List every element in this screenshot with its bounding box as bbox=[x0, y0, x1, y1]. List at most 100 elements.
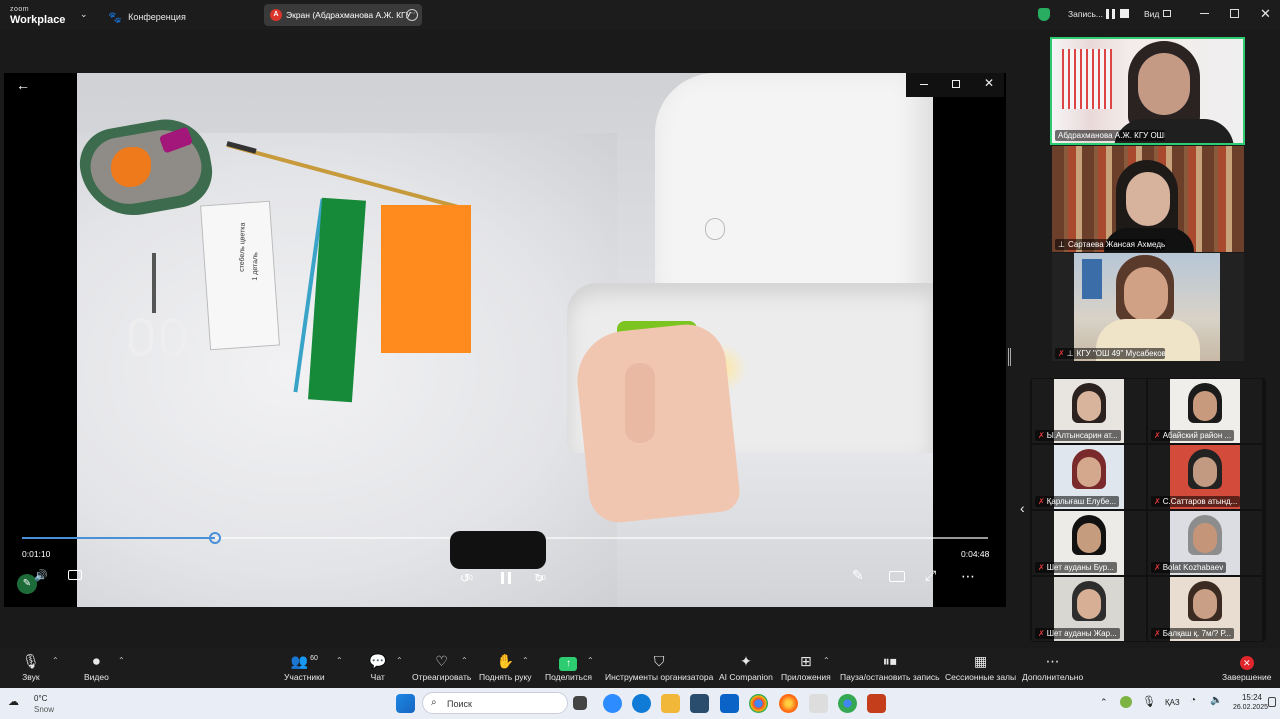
ai-companion-button[interactable]: ✦ AI Companion bbox=[719, 652, 773, 682]
fullscreen-icon[interactable]: ⤢ bbox=[925, 567, 936, 584]
view-grid-icon[interactable] bbox=[1163, 10, 1171, 17]
task-view-icon[interactable] bbox=[573, 696, 587, 710]
participants-button[interactable]: 👥 60 Участники bbox=[284, 652, 325, 682]
back-arrow-icon[interactable]: ← bbox=[16, 77, 30, 93]
rewind-10-button[interactable]: ↺ 10 bbox=[460, 569, 480, 585]
machine-knob bbox=[705, 218, 725, 240]
share-options-chevron-icon[interactable]: ⌃ bbox=[587, 656, 594, 665]
more-button[interactable]: ⋯ Дополнительно bbox=[1022, 652, 1083, 682]
chrome-profile-icon[interactable] bbox=[838, 694, 857, 713]
gallery-tile[interactable]: ✗ Қарлығаш Елубе... bbox=[1032, 445, 1146, 509]
rewind-label: 10 bbox=[465, 575, 473, 582]
powerpoint-icon[interactable] bbox=[867, 694, 886, 713]
speaker-tile-2[interactable]: ⊥Сартаева Жансая Ахмедьяновна bbox=[1052, 146, 1244, 252]
tray-overflow-chevron-icon[interactable]: ⌃ bbox=[1100, 697, 1108, 708]
outlook-icon[interactable] bbox=[720, 694, 739, 713]
taskbar-search[interactable]: ⌕ Поиск bbox=[422, 692, 568, 714]
gallery-tile[interactable]: ✗ Ы.Алтынсарин ат... bbox=[1032, 379, 1146, 443]
participant-name: С.Саттаров атынд... bbox=[1162, 497, 1238, 506]
wifi-icon[interactable]: ◔ bbox=[1190, 695, 1196, 706]
forward-30-button[interactable]: ↻ 30 bbox=[534, 569, 554, 585]
restore-icon[interactable] bbox=[1230, 9, 1239, 18]
audio-options-chevron-icon[interactable]: ⌃ bbox=[52, 656, 59, 665]
view-menu[interactable]: Вид bbox=[1144, 9, 1159, 19]
current-time: 0:01:10 bbox=[22, 549, 51, 559]
apps-options-chevron-icon[interactable]: ⌃ bbox=[823, 656, 830, 665]
gallery-tile-name: ✗ Bolat Kozhabaev bbox=[1151, 562, 1227, 573]
weather-temp: 0°C bbox=[34, 694, 48, 703]
participants-options-chevron-icon[interactable]: ⌃ bbox=[336, 656, 343, 665]
tray-app-icon[interactable] bbox=[1120, 696, 1132, 708]
zoom-app-icon[interactable] bbox=[603, 694, 622, 713]
gallery-tile[interactable]: ✗ Балқаш қ. 7м/? Р... bbox=[1148, 577, 1262, 641]
gallery-prev-chevron-icon[interactable]: ‹ bbox=[1020, 500, 1025, 516]
volume-icon[interactable]: 🔊 bbox=[34, 569, 48, 582]
progress-thumb[interactable] bbox=[209, 532, 221, 544]
language-indicator[interactable]: ҚАЗ bbox=[1165, 698, 1180, 707]
brand-chevron-down-icon[interactable]: ⌄ bbox=[80, 9, 88, 20]
gallery-tile[interactable]: ✗ Шет ауданы Бур... bbox=[1032, 511, 1146, 575]
screen-share-tab[interactable]: A Экран (Абдрахманова А.Ж. КГУ ⋯ bbox=[264, 4, 422, 26]
hand bbox=[572, 320, 742, 526]
breakout-rooms-button[interactable]: ▦ Сессионные залы bbox=[945, 652, 1016, 682]
tray-microphone-icon[interactable]: 🎙 bbox=[1142, 695, 1156, 708]
speaker-volume-icon[interactable]: 🔈 bbox=[1210, 695, 1222, 706]
pause-record-button[interactable]: ⏸⏹ Пауза/остановить запись bbox=[840, 652, 940, 682]
audio-label: Звук bbox=[22, 672, 40, 682]
conference-menu[interactable]: 🐾 Конференция bbox=[108, 8, 186, 26]
orange-fabric-rectangle bbox=[381, 205, 471, 353]
record-label: Запись... bbox=[1068, 9, 1103, 19]
windows-taskbar: ☁ 0°C Snow ⌕ Поиск ⌃ 🎙 ҚАЗ ◔ 🔈 15:24 26.… bbox=[0, 688, 1280, 719]
participants-label: Участники bbox=[284, 672, 325, 682]
more-icon: ⋯ bbox=[1045, 653, 1060, 669]
more-options-icon[interactable]: ⋯ bbox=[406, 9, 418, 21]
shared-close-icon[interactable]: ✕ bbox=[984, 76, 994, 90]
gallery-tile[interactable]: ✗ С.Саттаров атынд... bbox=[1148, 445, 1262, 509]
mic-muted-icon: ✗ bbox=[1038, 431, 1045, 440]
chat-label: Чат bbox=[370, 672, 385, 682]
close-icon[interactable]: ✕ bbox=[1260, 6, 1271, 22]
notifications-icon[interactable] bbox=[1268, 697, 1276, 707]
raise-hand-options-chevron-icon[interactable]: ⌃ bbox=[522, 656, 529, 665]
edit-pencil-icon[interactable]: ✎ bbox=[852, 567, 864, 584]
file-explorer-icon[interactable] bbox=[661, 694, 680, 713]
person-face bbox=[1077, 589, 1101, 619]
firefox-icon[interactable] bbox=[779, 694, 798, 713]
minimize-icon[interactable] bbox=[1200, 13, 1209, 14]
share-button[interactable]: ↑ Поделиться bbox=[545, 652, 592, 682]
mic-muted-icon: ✗ bbox=[1058, 349, 1065, 358]
participant-name: Балқаш қ. 7м/? Р... bbox=[1162, 629, 1231, 638]
shared-restore-icon[interactable] bbox=[952, 80, 960, 88]
audio-button[interactable]: 🎙 Звук bbox=[22, 652, 40, 682]
video-button[interactable]: ⏺ Видео bbox=[84, 652, 109, 682]
clock-time[interactable]: 15:24 bbox=[1232, 693, 1262, 702]
speaker-tile-3[interactable]: ✗⊥КГУ "ОШ 49" Мусабекова К.А. bbox=[1052, 253, 1244, 361]
chat-button[interactable]: 💬 Чат bbox=[369, 652, 386, 682]
windows-start-icon[interactable] bbox=[396, 694, 415, 713]
stop-recording-icon[interactable] bbox=[1120, 9, 1129, 18]
more-player-options-icon[interactable]: ⋯ bbox=[961, 568, 975, 585]
end-meeting-button[interactable]: ✕ Завершение bbox=[1222, 652, 1271, 682]
paint-icon[interactable] bbox=[809, 694, 828, 713]
shared-window-controls: ✕ bbox=[906, 73, 1004, 97]
gallery-tile[interactable]: ✗ Абайский район ... bbox=[1148, 379, 1262, 443]
pause-recording-icon[interactable] bbox=[1106, 9, 1115, 19]
picture-in-picture-icon[interactable] bbox=[889, 571, 905, 582]
store-icon[interactable] bbox=[690, 694, 709, 713]
clock-date[interactable]: 26.02.2025 bbox=[1228, 704, 1268, 711]
gallery-tile[interactable]: ✗ Шет ауданы Жар... bbox=[1032, 577, 1146, 641]
host-tools-button[interactable]: ⛉ Инструменты организатора bbox=[605, 652, 713, 682]
edge-browser-icon[interactable] bbox=[632, 694, 651, 713]
shared-minimize-icon[interactable] bbox=[920, 84, 928, 85]
subtitles-icon[interactable] bbox=[68, 570, 82, 580]
participants-icon: 👥 60 bbox=[290, 653, 318, 669]
share-label: Поделиться bbox=[545, 672, 592, 682]
video-options-chevron-icon[interactable]: ⌃ bbox=[118, 656, 125, 665]
speaker-tile-active[interactable]: Абдрахманова А.Ж. КГУ ОШ№59 bbox=[1050, 37, 1245, 145]
gallery-tile[interactable]: ✗ Bolat Kozhabaev bbox=[1148, 511, 1262, 575]
chrome-icon[interactable] bbox=[749, 694, 768, 713]
chat-options-chevron-icon[interactable]: ⌃ bbox=[396, 656, 403, 665]
pause-icon[interactable] bbox=[501, 572, 511, 584]
react-options-chevron-icon[interactable]: ⌃ bbox=[461, 656, 468, 665]
panel-resize-handle[interactable] bbox=[1008, 348, 1011, 366]
